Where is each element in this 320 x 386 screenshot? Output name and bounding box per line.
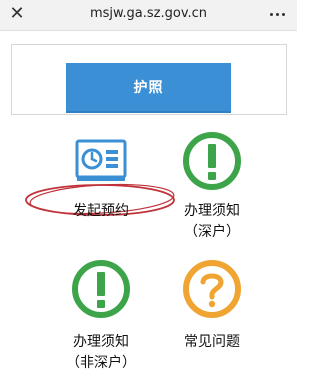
menu-item-guide-non-sz-label: 办理须知 (73, 334, 129, 350)
tab-active-indicator (66, 111, 231, 113)
menu-item-guide-sz-sublabel: （深户） (184, 224, 240, 240)
url-text: msjw.ga.sz.gov.cn (89, 6, 208, 21)
menu-item-faq-label: 常见问题 (184, 334, 240, 350)
exclamation-icon (183, 132, 241, 190)
close-glyph: ✕ (9, 3, 25, 24)
browser-topbar: ✕ msjw.ga.sz.gov.cn (0, 0, 297, 31)
page: ✕ msjw.ga.sz.gov.cn 护照 发起预约 办理须知 （深户） 办理… (0, 0, 297, 386)
close-icon[interactable]: ✕ (6, 3, 28, 25)
calendar-clock-icon (75, 139, 127, 181)
menu-item-guide-non-sz-sublabel: （非深户） (66, 355, 136, 371)
menu-item-book-label: 发起预约 (73, 203, 129, 219)
exclamation-icon (72, 260, 130, 318)
menu-item-guide-sz-label: 办理须知 (184, 203, 240, 219)
question-icon (183, 260, 241, 318)
tab-passport[interactable]: 护照 (66, 63, 231, 111)
more-icon[interactable] (265, 4, 289, 24)
